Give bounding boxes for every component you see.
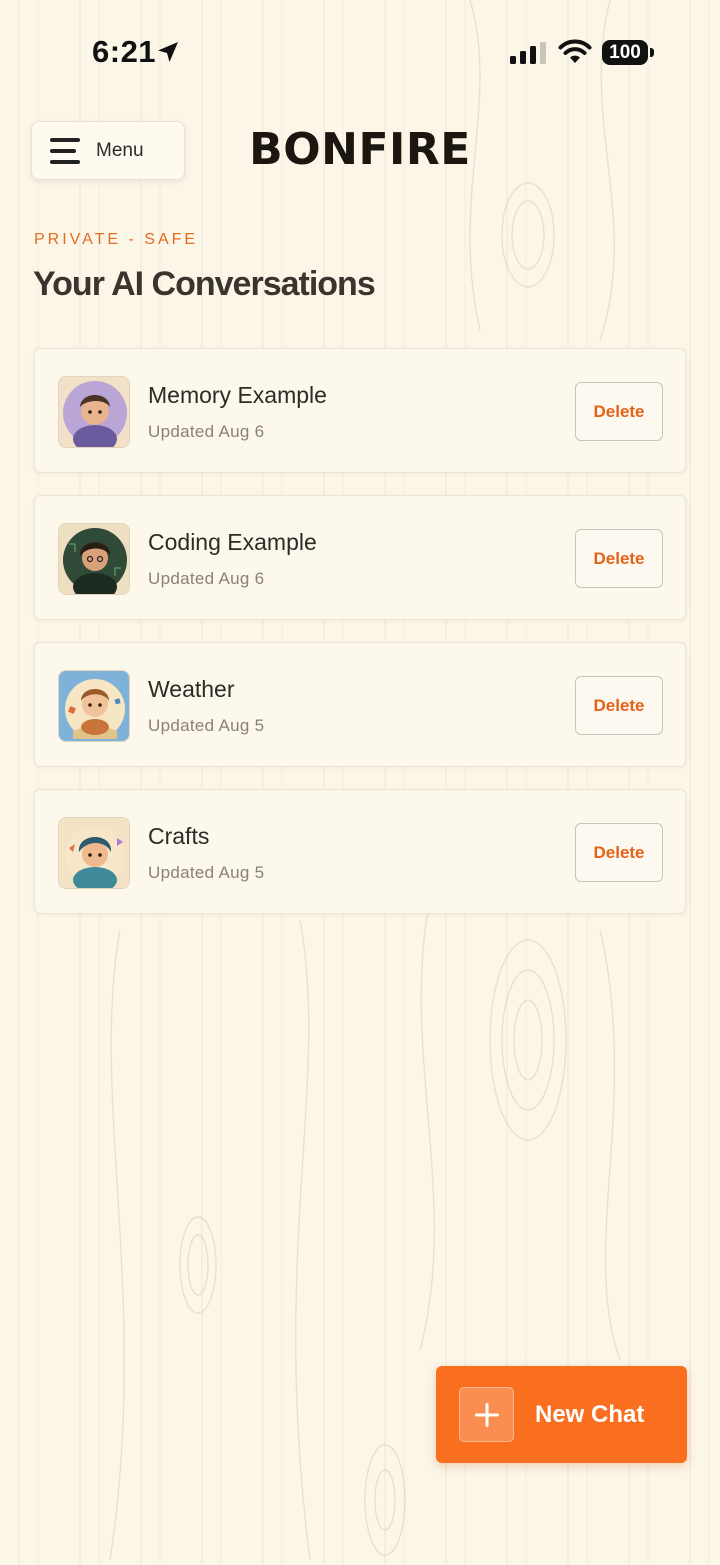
conversation-card-memory-example[interactable]: Memory Example Updated Aug 6 Delete (34, 348, 686, 473)
delete-button[interactable]: Delete (575, 823, 663, 882)
delete-button[interactable]: Delete (575, 676, 663, 735)
conversation-card-weather[interactable]: Weather Updated Aug 5 Delete (34, 642, 686, 767)
avatar (58, 523, 130, 595)
conversation-card-coding-example[interactable]: Coding Example Updated Aug 6 Delete (34, 495, 686, 620)
wifi-icon (558, 39, 592, 63)
delete-button[interactable]: Delete (575, 529, 663, 588)
delete-button[interactable]: Delete (575, 382, 663, 441)
avatar (58, 670, 130, 742)
conversation-name: Coding Example (148, 529, 317, 555)
conversation-name: Crafts (148, 823, 210, 849)
location-arrow-icon (158, 42, 178, 62)
conversation-updated: Updated Aug 5 (148, 863, 265, 882)
conversation-updated: Updated Aug 6 (148, 422, 265, 441)
status-bar: 6:21 100 (0, 0, 720, 100)
status-time: 6:21 (92, 34, 157, 69)
brand-logo: BONFIRE (249, 124, 471, 175)
new-chat-button[interactable]: New Chat (436, 1366, 687, 1463)
battery-level: 100 (609, 41, 641, 63)
conversation-card-crafts[interactable]: Crafts Updated Aug 5 Delete (34, 789, 686, 914)
page-title: Your AI Conversations (33, 265, 376, 303)
conversation-name: Memory Example (148, 382, 327, 408)
conversation-name: Weather (148, 676, 235, 702)
avatar (58, 817, 130, 889)
avatar (58, 376, 130, 448)
privacy-eyebrow: PRIVATE - SAFE (34, 231, 199, 248)
conversation-updated: Updated Aug 6 (148, 569, 265, 588)
battery-tip (650, 48, 654, 57)
conversation-updated: Updated Aug 5 (148, 716, 265, 735)
plus-icon (459, 1387, 514, 1442)
cellular-signal-icon (510, 42, 546, 64)
new-chat-label: New Chat (535, 1400, 645, 1428)
battery-icon: 100 (602, 40, 648, 65)
